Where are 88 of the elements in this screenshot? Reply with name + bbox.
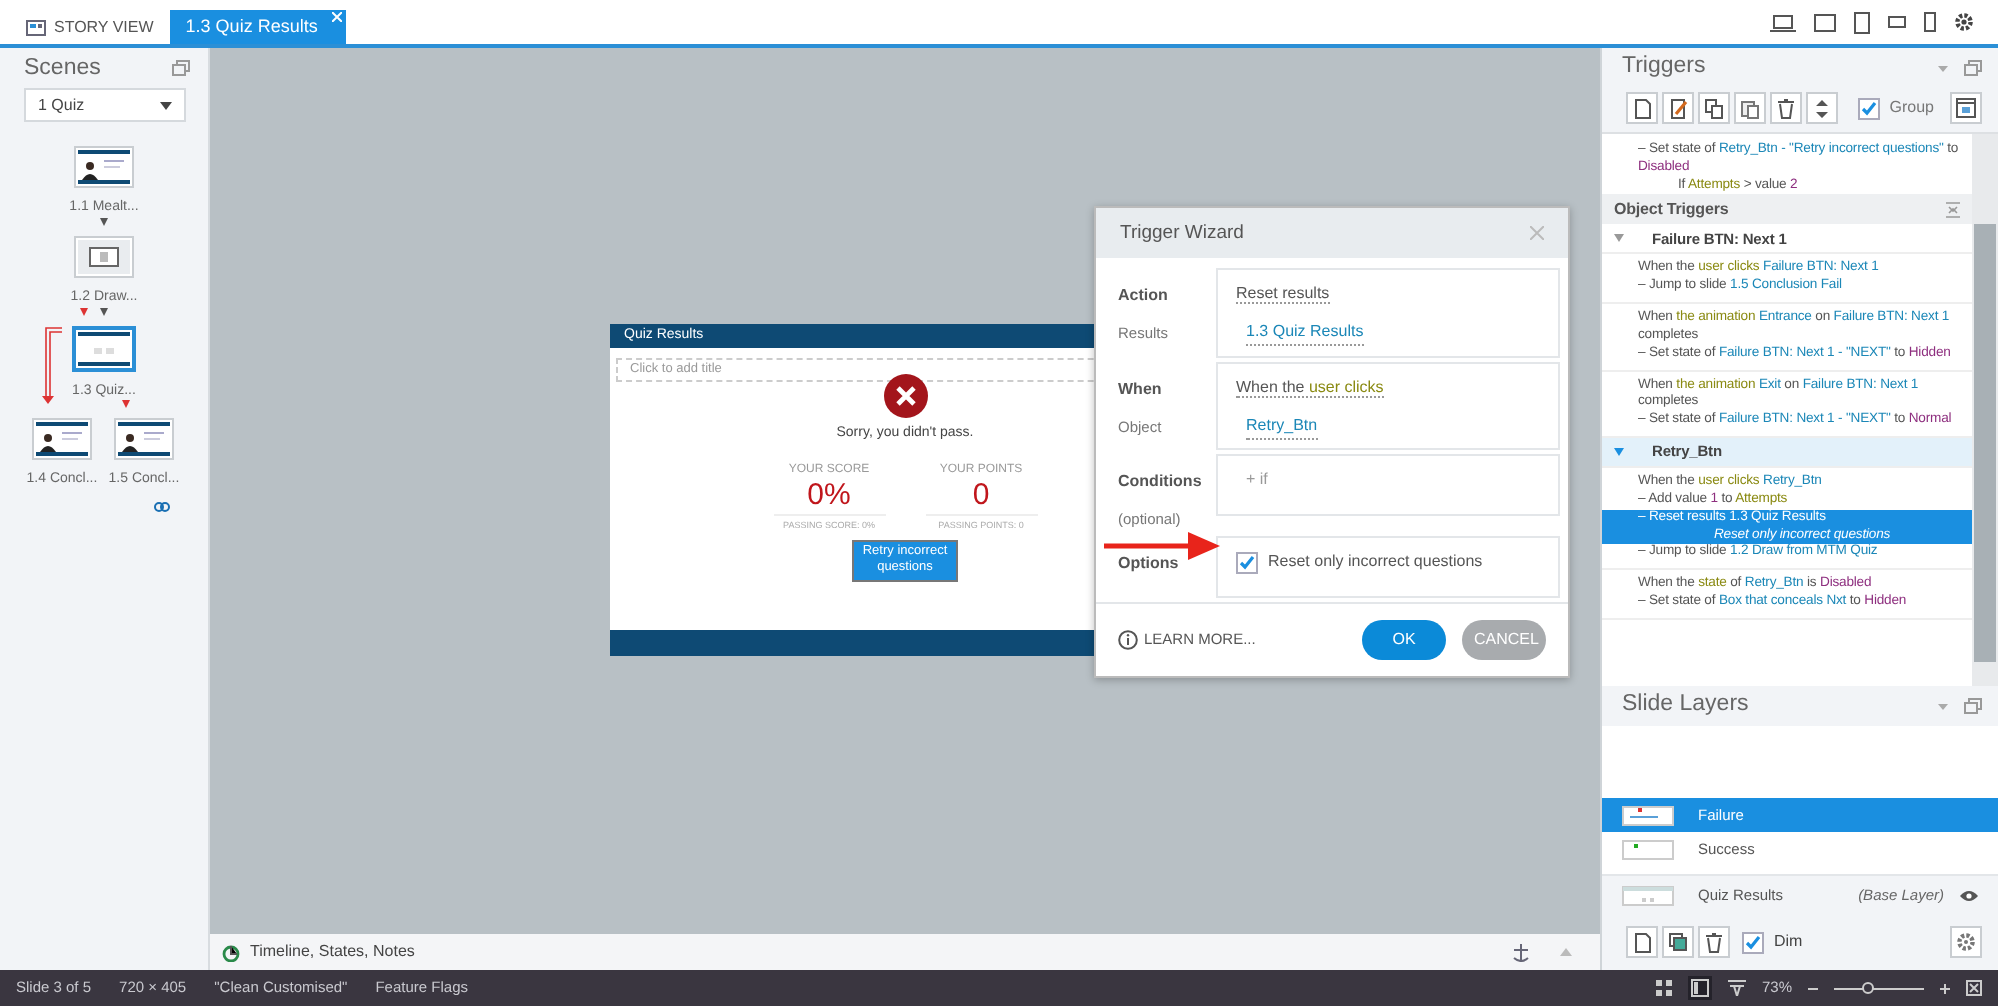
restore-icon[interactable]: [1964, 60, 1982, 76]
field-label: When: [1118, 378, 1164, 403]
checkbox[interactable]: [1857, 97, 1880, 119]
tablet-landscape-icon[interactable]: [1814, 13, 1836, 31]
new-file-icon: [1632, 931, 1652, 953]
panel-button[interactable]: [1950, 92, 1982, 124]
option-label: Reset only incorrect questions: [1268, 550, 1483, 575]
dialog-title: Trigger Wizard: [1120, 219, 1244, 247]
slide-thumbnail-frame[interactable]: [74, 236, 134, 278]
copy-icon: [1704, 97, 1724, 119]
zoom-out-icon[interactable]: [1808, 983, 1818, 993]
settings-icon: [1956, 932, 1976, 952]
phone-landscape-icon[interactable]: [1888, 14, 1906, 30]
phone-portrait-icon[interactable]: [1924, 12, 1936, 32]
duplicate-layer-button[interactable]: [1662, 926, 1694, 958]
field-label: Action: [1118, 284, 1170, 309]
connector-arrow-icon: [100, 308, 108, 316]
layer-settings-button[interactable]: [1950, 926, 1982, 958]
action-value[interactable]: Reset results: [1236, 284, 1330, 305]
field-label: Conditions: [1118, 470, 1204, 495]
results-link[interactable]: 1.3 Quiz Results: [1246, 320, 1364, 347]
connector-arrow-icon: [122, 400, 130, 408]
reading-view-icon[interactable]: [1727, 980, 1746, 996]
error-icon: [883, 374, 927, 418]
slide-thumbnail-frame[interactable]: [74, 146, 134, 188]
story-view-icon: [26, 19, 46, 35]
timeline-label[interactable]: Timeline, States, Notes: [250, 940, 415, 964]
panel-title: Slide Layers: [1622, 690, 1749, 721]
trash-icon: [1704, 931, 1724, 953]
connector-arrow-icon: [100, 218, 108, 226]
caret-icon: [160, 101, 172, 109]
layer-thumbnail: [1622, 839, 1674, 859]
timeline-icon[interactable]: [222, 943, 240, 961]
trash-icon: [1776, 97, 1796, 119]
restore-icon[interactable]: [1964, 698, 1982, 714]
zoom-in-icon[interactable]: [1940, 983, 1950, 993]
section-title: Object Triggers: [1614, 199, 1729, 221]
edit-icon: [1668, 97, 1688, 119]
ok-button[interactable]: OK: [1362, 619, 1446, 660]
new-layer-button[interactable]: [1626, 926, 1658, 958]
dim-label: Dim: [1774, 930, 1803, 954]
score-value: 0%: [805, 479, 853, 509]
panel-title: Triggers: [1622, 52, 1706, 83]
slide-thumbnail-frame[interactable]: [32, 418, 92, 460]
tab[interactable]: STORY VIEW: [10, 10, 170, 44]
fit-window-icon[interactable]: [1966, 980, 1982, 996]
checkbox[interactable]: [1742, 931, 1764, 953]
delete-layer-button[interactable]: [1698, 926, 1730, 958]
caret-down-icon: [1614, 234, 1624, 243]
info-icon: [1118, 629, 1138, 650]
group-label: Group: [1889, 96, 1934, 120]
layer-thumbnail: [1622, 885, 1674, 905]
laptop-icon[interactable]: [1770, 13, 1796, 31]
anchor-icon[interactable]: [1512, 943, 1530, 961]
new-file-icon: [1632, 97, 1652, 119]
grid-view-icon[interactable]: [1655, 980, 1672, 996]
tablet-portrait-icon[interactable]: [1854, 11, 1870, 33]
checkbox[interactable]: [1236, 551, 1258, 574]
scrollbar[interactable]: [1972, 134, 1998, 686]
window-icon: [1956, 98, 1976, 118]
settings-icon[interactable]: [1954, 12, 1974, 32]
duplicate-icon: [1668, 931, 1688, 953]
paste-button[interactable]: [1734, 92, 1766, 124]
edit-trigger-button[interactable]: [1662, 92, 1694, 124]
object-link[interactable]: Retry_Btn: [1246, 414, 1318, 441]
caret-down-icon: [1614, 448, 1624, 457]
reorder-button[interactable]: [1806, 92, 1838, 124]
branch-arrow: [38, 326, 64, 406]
paste-icon: [1740, 97, 1760, 119]
up-down-icon: [1812, 97, 1832, 119]
field-label: Options: [1118, 551, 1181, 576]
restore-icon[interactable]: [172, 60, 190, 76]
score-value: 0: [970, 479, 992, 509]
new-trigger-button[interactable]: [1626, 92, 1658, 124]
event-text[interactable]: When the user clicks: [1236, 378, 1384, 399]
link-icon: [154, 502, 170, 512]
slide-thumbnail-frame[interactable]: [114, 418, 174, 460]
slide-thumbnail-frame[interactable]: [72, 326, 136, 372]
normal-view-icon[interactable]: [1687, 976, 1712, 1000]
delete-button[interactable]: [1770, 92, 1802, 124]
panel-title: Scenes: [24, 54, 101, 84]
layer-thumbnail: [1622, 805, 1674, 825]
copy-button[interactable]: [1698, 92, 1730, 124]
scrollbar-thumb[interactable]: [1974, 224, 1996, 662]
connector-arrow-icon: [80, 308, 88, 316]
zoom-thumb[interactable]: [1861, 982, 1874, 994]
scene-dropdown[interactable]: 1 Quiz: [24, 88, 186, 122]
eye-icon[interactable]: [1960, 889, 1978, 901]
